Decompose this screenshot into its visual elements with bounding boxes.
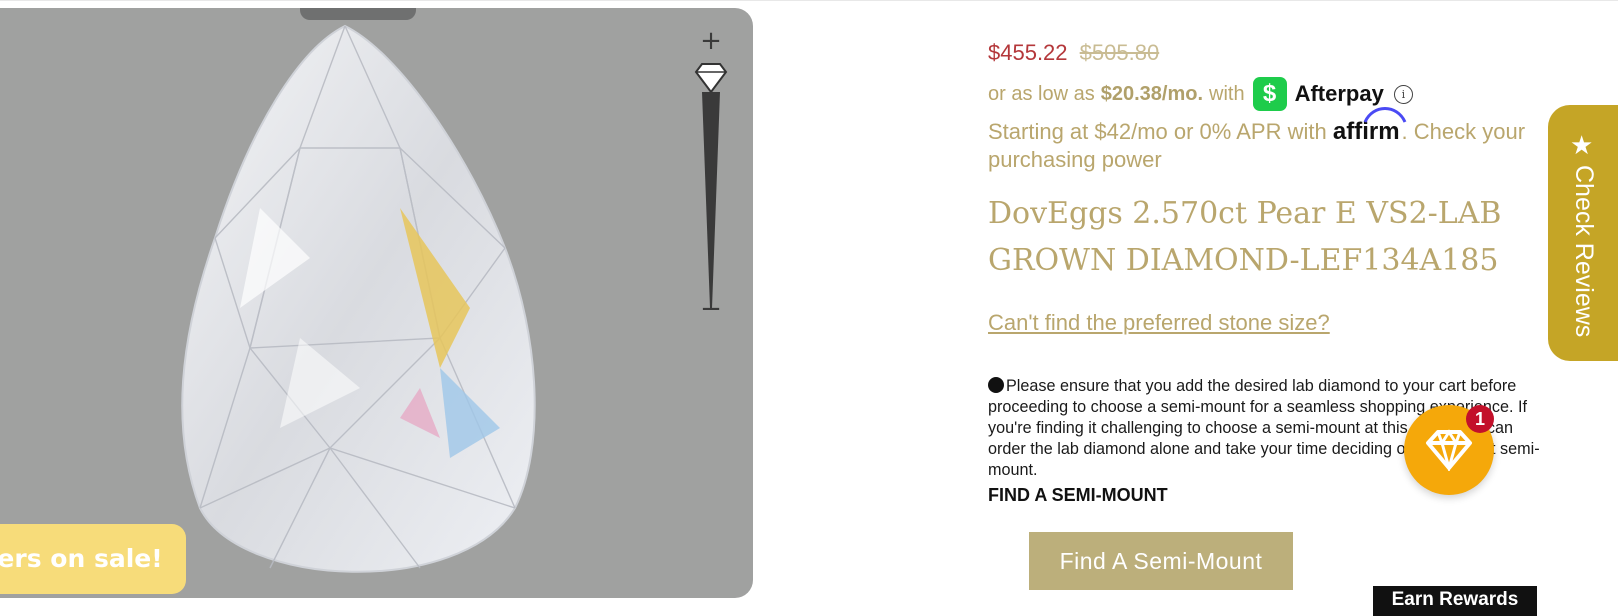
stone-size-link[interactable]: Can't find the preferred stone size?: [988, 310, 1330, 336]
product-image-viewer[interactable]: + − offers on sale!: [0, 8, 753, 598]
bullet-icon: [988, 377, 1004, 393]
afterpay-with: with: [1209, 82, 1245, 105]
afterpay-amount: $20.38/mo.: [1100, 82, 1204, 105]
diamond-icon: [1426, 429, 1472, 471]
earn-rewards-tab[interactable]: Earn Rewards: [1373, 586, 1537, 616]
affirm-prefix: Starting at $42/mo or 0% APR with: [988, 119, 1327, 144]
zoom-slider[interactable]: + −: [690, 28, 732, 328]
original-price: $505.80: [1079, 40, 1160, 65]
zoom-out-button[interactable]: −: [690, 296, 732, 322]
sale-banner[interactable]: offers on sale!: [0, 524, 186, 594]
cashapp-icon: $: [1252, 77, 1287, 111]
top-divider: [0, 0, 1618, 1]
notification-badge: 1: [1466, 405, 1494, 433]
star-icon: ★: [1570, 131, 1594, 161]
price-row: $455.22 $505.80: [988, 40, 1159, 66]
affirm-row: Starting at $42/mo or 0% APR with affirm…: [988, 107, 1548, 174]
afterpay-logo: Afterpay: [1294, 81, 1384, 106]
afterpay-row: or as low as $20.38/mo. with $ Afterpay …: [988, 76, 1413, 112]
product-title: DovEggs 2.570ct Pear E VS2-LAB GROWN DIA…: [988, 196, 1502, 278]
zoom-in-button[interactable]: +: [690, 28, 732, 54]
sale-price: $455.22: [988, 40, 1068, 65]
check-reviews-tab[interactable]: ★ Check Reviews: [1548, 105, 1618, 361]
diamond-image: [181, 24, 536, 573]
afterpay-prefix: or as low as: [988, 82, 1095, 105]
check-reviews-label: Check Reviews: [1570, 165, 1598, 338]
diamond-size-icon: [694, 63, 728, 308]
info-icon[interactable]: i: [1393, 84, 1413, 104]
find-semi-mount-button[interactable]: Find A Semi-Mount: [1029, 532, 1293, 590]
affirm-logo: affirm: [1333, 107, 1407, 146]
find-semi-mount-heading: FIND A SEMI-MOUNT: [988, 485, 1168, 505]
affirm-arc-icon: [1363, 107, 1407, 123]
